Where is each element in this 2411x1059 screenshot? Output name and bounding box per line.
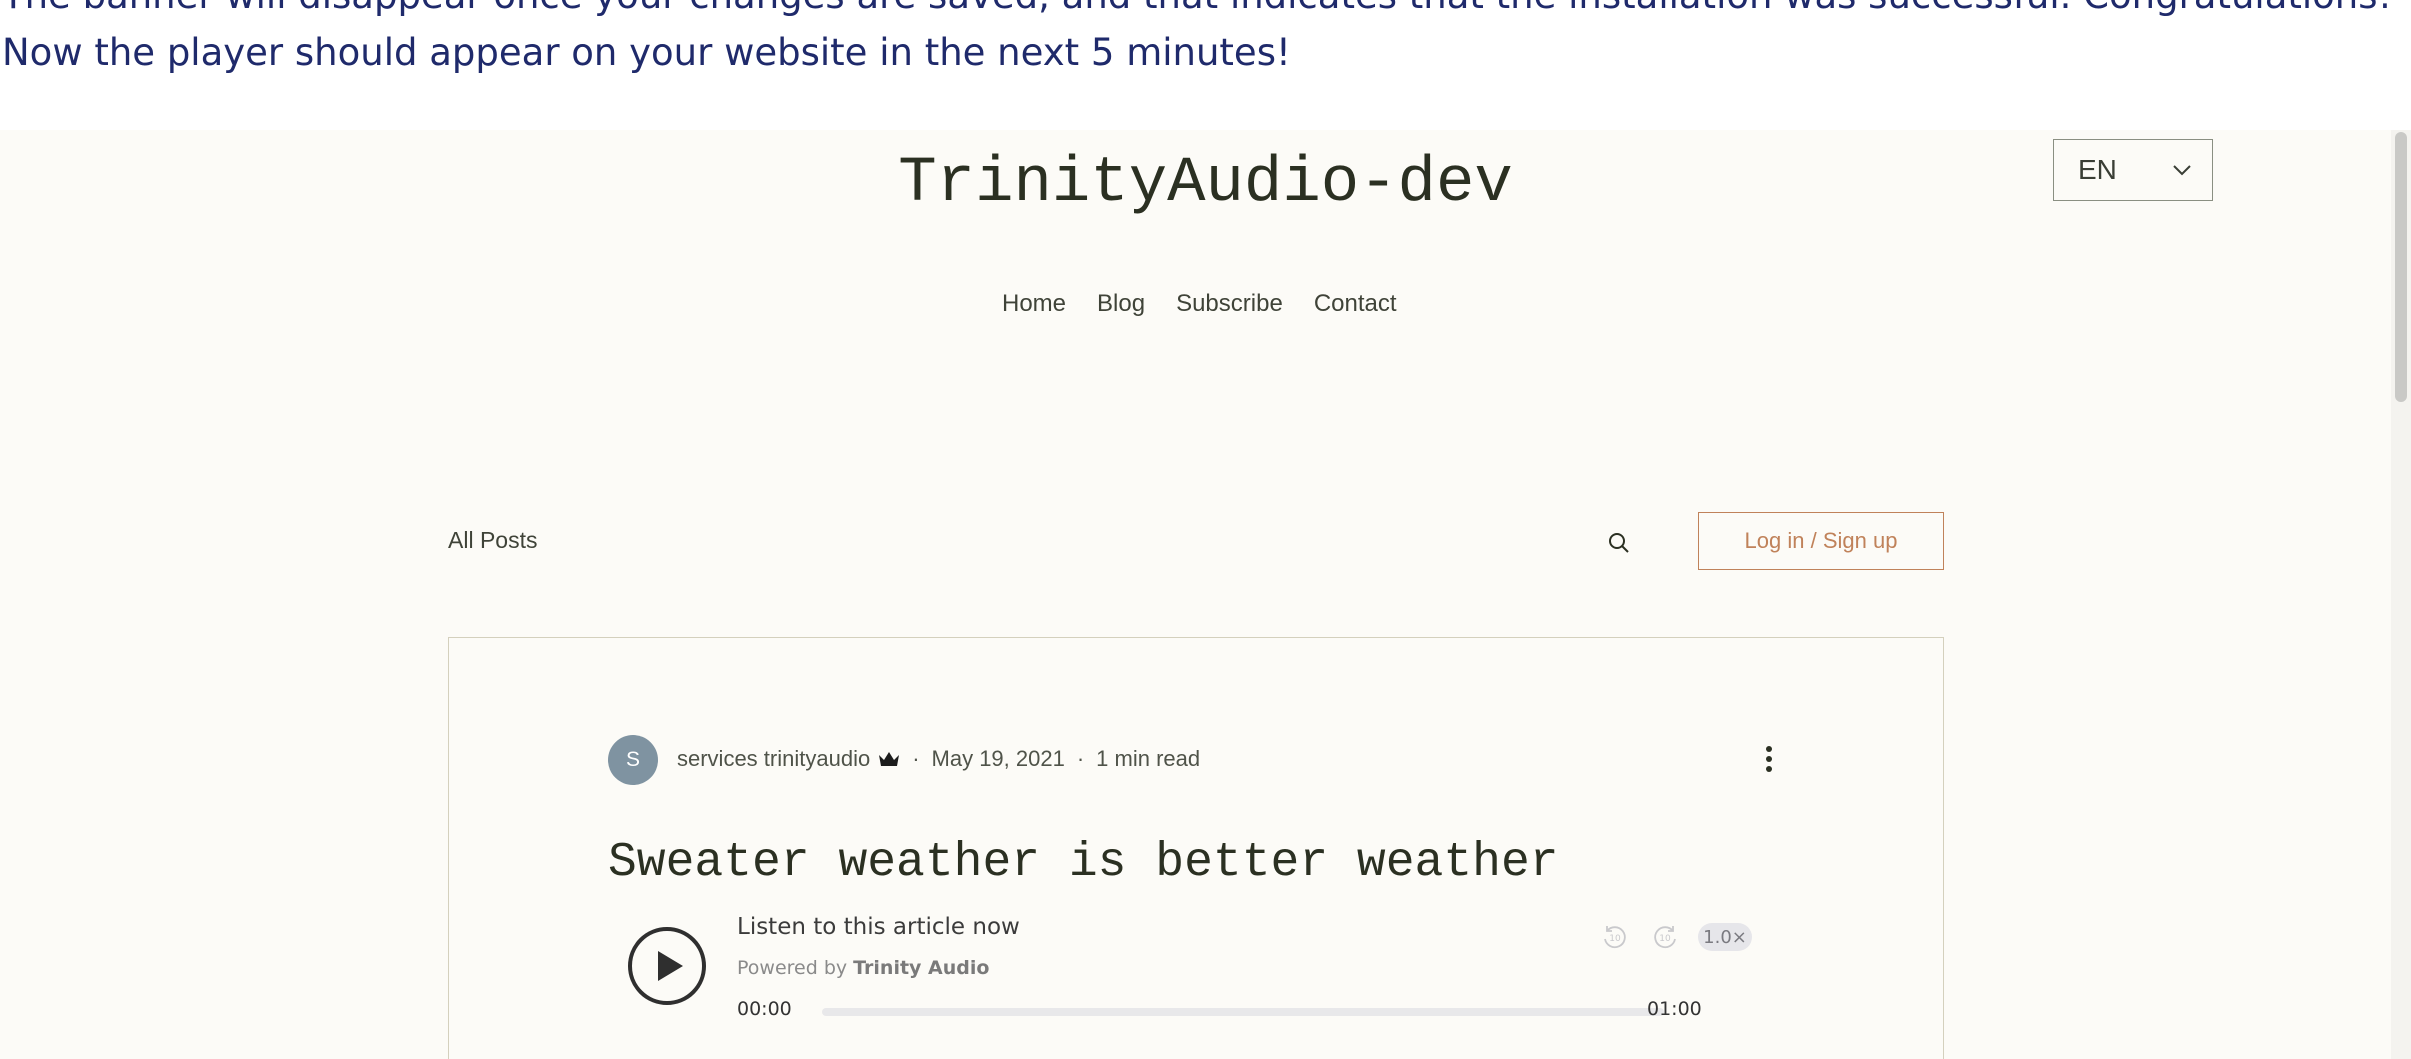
post-card[interactable]: S services trinityaudio · May 19, 2021 ·… xyxy=(448,637,1944,1059)
meta-separator: · xyxy=(912,746,920,771)
player-label: Listen to this article now xyxy=(737,914,1020,940)
instructions-line-1: The banner will disappear once your chan… xyxy=(2,0,2392,17)
meta-separator: · xyxy=(1076,746,1085,771)
site-title[interactable]: TrinityAudio-dev xyxy=(0,148,2411,220)
language-value: EN xyxy=(2078,154,2117,185)
more-options-icon[interactable] xyxy=(1764,744,1774,774)
rewind-seconds: 10 xyxy=(1609,934,1621,944)
current-time: 00:00 xyxy=(737,998,792,1020)
website-preview: TrinityAudio-dev EN Home Blog Subscribe … xyxy=(0,130,2411,1059)
avatar[interactable]: S xyxy=(608,735,658,785)
scrollbar-thumb[interactable] xyxy=(2395,132,2407,402)
audio-player: Listen to this article now Powered by Tr… xyxy=(627,910,1752,1030)
progress-bar[interactable] xyxy=(822,1008,1664,1016)
nav-item-home[interactable]: Home xyxy=(1002,290,1066,318)
powered-by: Powered by Trinity Audio xyxy=(737,957,989,979)
nav-item-subscribe[interactable]: Subscribe xyxy=(1176,290,1283,318)
author-name[interactable]: services trinityaudio xyxy=(677,746,870,772)
nav-item-contact[interactable]: Contact xyxy=(1314,290,1397,318)
scrollbar[interactable] xyxy=(2391,130,2411,1059)
post-date: May 19, 2021 xyxy=(931,746,1065,771)
login-signup-button[interactable]: Log in / Sign up xyxy=(1698,512,1944,570)
instructions-text: The banner will disappear once your chan… xyxy=(0,0,2411,130)
language-selector[interactable]: EN xyxy=(2053,139,2213,201)
main-nav: Home Blog Subscribe Contact xyxy=(1002,290,1397,318)
duration: 01:00 xyxy=(1647,998,1702,1020)
forward-seconds: 10 xyxy=(1659,934,1671,944)
rewind-10-icon[interactable]: 10 xyxy=(1601,923,1629,951)
all-posts-link[interactable]: All Posts xyxy=(448,527,537,554)
nav-item-blog[interactable]: Blog xyxy=(1097,290,1145,318)
instructions-line-2: Now the player should appear on your web… xyxy=(2,31,1291,74)
read-time: 1 min read xyxy=(1096,746,1201,771)
playback-speed-button[interactable]: 1.0× xyxy=(1698,923,1752,951)
search-icon[interactable] xyxy=(1607,531,1631,555)
forward-10-icon[interactable]: 10 xyxy=(1651,923,1679,951)
post-title[interactable]: Sweater weather is better weather xyxy=(608,836,1559,890)
play-icon[interactable] xyxy=(627,926,707,1006)
powered-brand[interactable]: Trinity Audio xyxy=(853,957,989,979)
crown-icon xyxy=(879,752,900,766)
post-meta: services trinityaudio · May 19, 2021 · 1… xyxy=(677,746,1200,772)
powered-prefix: Powered by xyxy=(737,957,848,979)
chevron-down-icon xyxy=(2173,165,2191,176)
